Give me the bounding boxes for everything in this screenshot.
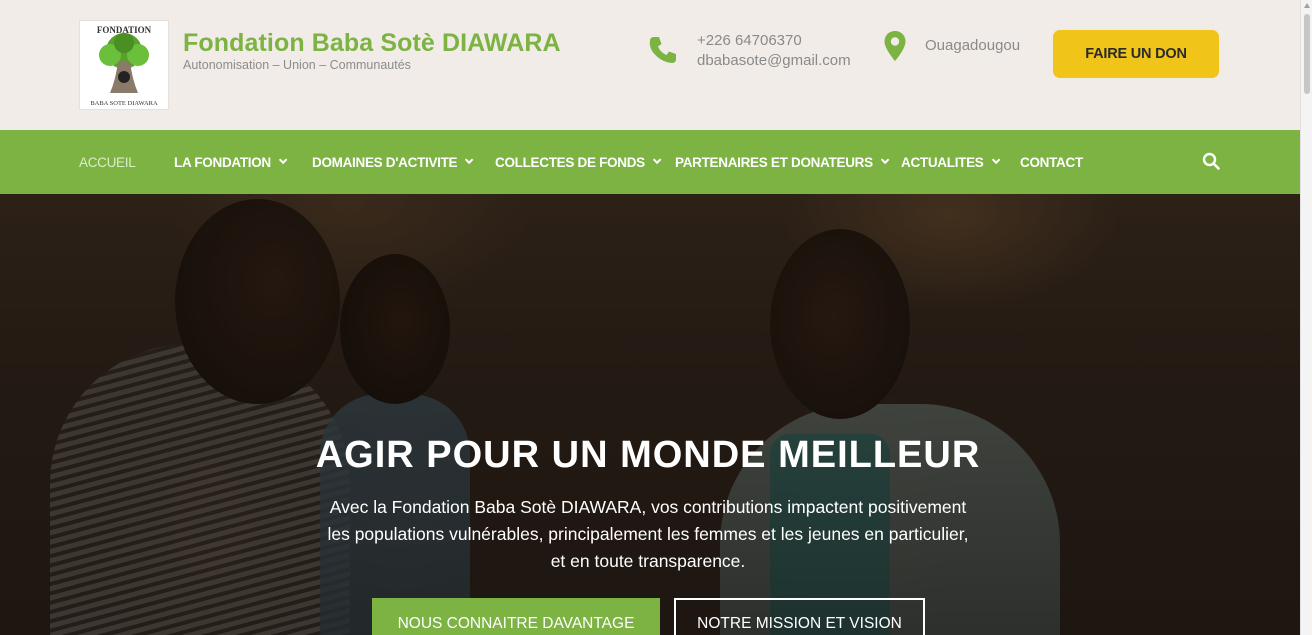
nav-item-collectes-de-fonds[interactable]: COLLECTES DE FONDS bbox=[495, 130, 662, 194]
nav-item-label: LA FONDATION bbox=[174, 154, 271, 170]
mission-vision-button[interactable]: NOTRE MISSION ET VISION bbox=[674, 598, 925, 635]
scrollbar-thumb[interactable] bbox=[1304, 14, 1310, 94]
phone-icon bbox=[649, 37, 676, 63]
search-icon[interactable] bbox=[1202, 152, 1220, 170]
chevron-down-icon bbox=[652, 155, 662, 165]
chevron-down-icon bbox=[278, 155, 288, 165]
chevron-down-icon bbox=[465, 155, 474, 165]
hero-description-line: et en toute transparence. bbox=[550, 551, 746, 571]
nav-item-domaines-activite[interactable]: DOMAINES D'ACTIVITE bbox=[312, 130, 474, 194]
nav-item-label: PARTENAIRES ET DONATEURS bbox=[675, 154, 873, 170]
foundation-logo[interactable]: FONDATION BABA SOTE DIAWARA bbox=[79, 20, 169, 110]
hero-description-line: les populations vulnérables, principalem… bbox=[327, 524, 969, 544]
nav-item-partenaires-donateurs[interactable]: PARTENAIRES ET DONATEURS bbox=[675, 130, 890, 194]
nav-item-la-fondation[interactable]: LA FONDATION bbox=[174, 130, 288, 194]
nav-item-label: ACTUALITES bbox=[901, 154, 984, 170]
nav-item-label: ACCUEIL bbox=[79, 154, 136, 170]
map-pin-icon bbox=[884, 31, 906, 61]
nav-item-actualites[interactable]: ACTUALITES bbox=[901, 130, 1000, 194]
learn-more-button[interactable]: NOUS CONNAITRE DAVANTAGE bbox=[372, 598, 660, 635]
nav-item-label: DOMAINES D'ACTIVITE bbox=[312, 154, 458, 170]
donate-button[interactable]: FAIRE UN DON bbox=[1053, 30, 1219, 78]
nav-item-contact[interactable]: CONTACT bbox=[1020, 130, 1083, 194]
phone-number[interactable]: +226 64706370 bbox=[697, 32, 802, 49]
top-header: FONDATION BABA SOTE DIAWARA Fondation Ba… bbox=[0, 0, 1300, 130]
chevron-down-icon bbox=[880, 155, 890, 165]
nav-item-label: CONTACT bbox=[1020, 154, 1083, 170]
location-city: Ouagadougou bbox=[925, 37, 1021, 54]
hero-banner: AGIR POUR UN MONDE MEILLEUR Avec la Fond… bbox=[0, 194, 1300, 635]
nav-item-label: COLLECTES DE FONDS bbox=[495, 154, 645, 170]
site-tagline: Autonomisation – Union – Communautés bbox=[183, 58, 411, 72]
email-address[interactable]: dbabasote@gmail.com bbox=[697, 52, 851, 69]
chevron-down-icon bbox=[991, 155, 1000, 165]
nav-item-accueil[interactable]: ACCUEIL bbox=[79, 130, 136, 194]
hero-description-line: Avec la Fondation Baba Sotè DIAWARA, vos… bbox=[329, 497, 967, 517]
scroll-up-arrow-icon[interactable] bbox=[1304, 3, 1310, 8]
hero-description: Avec la Fondation Baba Sotè DIAWARA, vos… bbox=[300, 494, 996, 575]
page-scrollbar[interactable] bbox=[1300, 0, 1312, 635]
baobab-tree-logo-icon: FONDATION BABA SOTE DIAWARA bbox=[90, 25, 158, 107]
main-navigation: ACCUEIL LA FONDATION DOMAINES D'ACTIVITE… bbox=[0, 130, 1300, 194]
site-title[interactable]: Fondation Baba Sotè DIAWARA bbox=[183, 29, 561, 58]
logo-text-bottom: BABA SOTE DIAWARA bbox=[90, 100, 158, 107]
hero-title: AGIR POUR UN MONDE MEILLEUR bbox=[315, 434, 981, 476]
